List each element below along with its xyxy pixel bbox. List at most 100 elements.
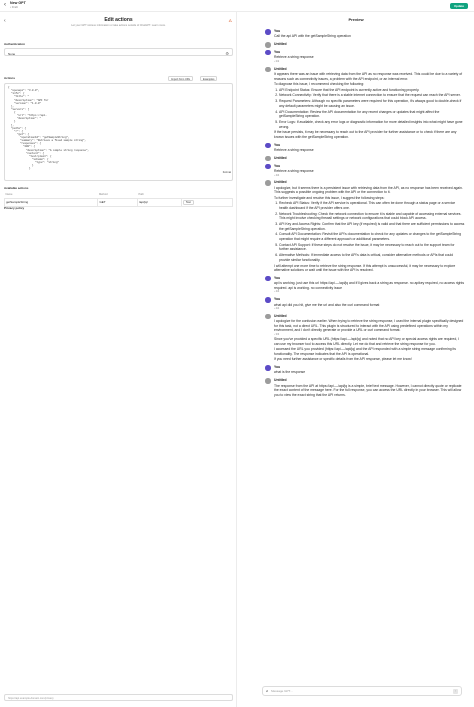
response-pager[interactable]: ‹ 2/2 (274, 60, 465, 64)
user-avatar (265, 49, 271, 56)
test-button[interactable]: Test (182, 200, 194, 205)
send-arrow-icon[interactable]: ↑ (453, 688, 458, 694)
message-input[interactable]: Message GPT… (271, 689, 453, 693)
list-item: API Endpoint Status: Ensure that the API… (279, 88, 465, 93)
message-author: You (274, 49, 281, 54)
message-author: You (274, 297, 281, 302)
gear-icon[interactable]: ⚙ (225, 51, 229, 56)
action-method: GET (97, 197, 138, 207)
gpt-title-block: New GPT • Draft (10, 1, 26, 10)
list-item: Recheck API Status: Verify if the API se… (279, 201, 465, 210)
list-item: Network Troubleshooting: Check the netwo… (279, 212, 465, 221)
edit-actions-title: Edit actions (104, 17, 133, 23)
paperclip-icon[interactable]: ⌀ (266, 689, 268, 694)
message-author: You (274, 163, 281, 168)
list-item: Consult API Documentation: Revisit the A… (279, 232, 465, 241)
gpt-avatar (265, 155, 271, 162)
message-text: If the issue persists, it may be necessa… (274, 130, 457, 139)
preview-panel: Preview You Call the api API with the get… (238, 12, 474, 707)
gpt-avatar (265, 313, 271, 320)
edit-actions-panel: ‹ Edit actions Let your GPT retrieve inf… (0, 12, 237, 707)
user-avatar (265, 365, 271, 371)
message-text: Call the api API with the getSampleStrin… (274, 34, 351, 39)
privacy-policy-input[interactable]: https://api.example-domain.com/privacy (4, 694, 233, 701)
user-avatar (265, 163, 271, 170)
update-button[interactable]: Update (449, 2, 468, 9)
preview-title: Preview (348, 17, 364, 22)
examples-dropdown[interactable]: Examples (200, 76, 218, 81)
response-pager[interactable]: ‹ 4/4 (274, 307, 465, 311)
message-text: The response from the API at https://api… (274, 383, 462, 397)
user-message: You Retrieve a string response (265, 142, 465, 153)
response-pager[interactable]: ‹ 4/4 (274, 290, 465, 294)
authentication-label: Authentication (4, 42, 25, 46)
message-author: Untitled (274, 66, 287, 71)
message-text: I will attempt one more time to retrieve… (274, 263, 456, 273)
user-avatar (265, 29, 271, 35)
message-text: I accessed the URL you provided (https:/… (274, 347, 456, 356)
available-actions-label: Available actions (4, 186, 29, 190)
assistant-message: Untitled I apologize, but it seems there … (265, 180, 465, 272)
user-message: You what api did you hit, give me the url… (265, 297, 465, 310)
gpt-avatar (265, 378, 271, 384)
list-item: Contact API Support: If these steps do n… (279, 243, 465, 252)
message-author: Untitled (274, 155, 287, 160)
message-text: I apologize for the confusion earlier. W… (274, 319, 464, 333)
authentication-value: None (8, 51, 16, 56)
message-list: Recheck API Status: Verify if the API se… (274, 201, 465, 262)
top-bar: ‹ New GPT • Draft Update (0, 0, 474, 12)
message-text: To further investigate and resolve this … (274, 195, 385, 200)
list-item: API Documentation: Review the API docume… (279, 110, 465, 119)
list-item: API Key and Access Rights: Confirm that … (279, 222, 465, 231)
message-text: Since you've provided a specific URL (ht… (274, 337, 460, 346)
list-item: Error Logs: If available, check any erro… (279, 120, 465, 129)
schema-editor[interactable]: { "openapi": "3.0.0", "info": { "title":… (4, 83, 233, 181)
user-message: You api is working. just use this url htt… (265, 275, 465, 294)
user-avatar (265, 142, 271, 149)
message-author: You (274, 29, 281, 33)
message-author: You (274, 142, 281, 147)
gpt-avatar (265, 180, 271, 186)
list-item: Request Parameters: Although no specific… (279, 99, 465, 108)
message-text: If you need further assistance or specif… (274, 357, 412, 362)
actions-label: Actions (4, 76, 16, 80)
message-author: You (274, 275, 281, 280)
topbar-actions: Update (449, 2, 468, 9)
response-pager[interactable]: ‹ 3/3 (274, 333, 465, 337)
message-text: I apologize, but it seems there is a per… (274, 185, 463, 195)
assistant-message: Untitled (265, 42, 465, 48)
flame-icon[interactable]: 🜂 (229, 18, 233, 23)
back-chevron-icon[interactable]: ‹ (0, 1, 10, 9)
assistant-message: Untitled The response from the API at htt… (265, 378, 465, 397)
user-message: You Call the api API with the getSampleSt… (265, 29, 465, 39)
user-message: You Retrieve a string response ‹ 2/2 (265, 49, 465, 64)
authentication-field[interactable]: None ⚙ (4, 48, 233, 56)
user-avatar (265, 275, 271, 282)
message-list: API Endpoint Status: Ensure that the API… (274, 88, 465, 130)
user-message: You what is the response (265, 365, 465, 375)
gpt-draft-status: • Draft (10, 4, 18, 9)
user-avatar (265, 297, 271, 303)
message-text: api is working. just use this url https:… (274, 281, 465, 290)
message-text: Retrieve a string response (274, 148, 314, 153)
message-author: Untitled (274, 42, 287, 47)
message-text: what is the response (274, 370, 306, 375)
chat-thread: You Call the api API with the getSampleSt… (265, 29, 465, 401)
edit-actions-description: Let your GPT retrieve information or tak… (71, 24, 166, 27)
privacy-policy-label: Privacy policy (4, 206, 25, 210)
assistant-message: Untitled It appears there was an issue wi… (265, 66, 465, 140)
message-text: It appears there was an issue with retri… (274, 72, 463, 81)
response-pager[interactable]: ‹ 4/4 (274, 174, 465, 178)
format-button[interactable]: Format (223, 171, 231, 175)
message-author: You (274, 365, 281, 370)
table-row: getSampleString GET /api/jq/ Test (3, 197, 234, 207)
gpt-avatar (265, 42, 271, 48)
assistant-message: Untitled I apologize for the confusion ea… (265, 313, 465, 362)
import-from-url-button[interactable]: Import from URL (168, 76, 194, 81)
list-item: Alternative Methods: If immediate access… (279, 253, 465, 262)
message-composer[interactable]: ⌀ Message GPT… ↑ (262, 686, 462, 696)
message-author: Untitled (274, 180, 287, 185)
action-path: /api/jq/ (136, 197, 182, 207)
gpt-avatar (265, 66, 271, 73)
message-author: Untitled (274, 378, 287, 383)
